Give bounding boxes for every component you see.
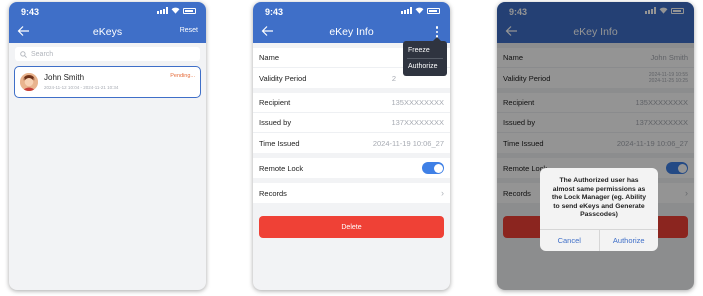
remote-lock-row: Remote Lock — [253, 158, 450, 178]
header: 9:43 eKeys Reset — [9, 2, 206, 43]
signal-icon — [401, 7, 412, 14]
search-placeholder: Search — [31, 50, 54, 58]
authorize-dialog: The Authorized user has almost same perm… — [540, 168, 658, 251]
time-issued-value: 2024-11-19 10:06_27 — [372, 138, 444, 148]
remote-lock-toggle[interactable] — [422, 162, 444, 174]
page-title: eKey Info — [329, 26, 374, 38]
recipient-value: 135XXXXXXXX — [391, 98, 444, 107]
dialog-message: The Authorized user has almost same perm… — [551, 177, 647, 219]
menu-item-authorize[interactable]: Authorize — [403, 59, 447, 74]
wifi-icon — [171, 7, 180, 14]
status-time: 9:43 — [21, 7, 40, 17]
back-arrow-icon[interactable] — [17, 23, 31, 39]
info-group-details: Recipient 135XXXXXXXX Issued by 137XXXXX… — [253, 93, 450, 153]
status-time: 9:43 — [265, 7, 284, 17]
ekey-validity-period: 2024-11-12 10:04 - 2024-11-21 10:34 — [44, 85, 119, 90]
navbar: eKey Info — [253, 21, 450, 43]
info-group-remote: Remote Lock — [253, 158, 450, 178]
back-arrow-icon[interactable] — [261, 23, 275, 39]
battery-icon — [427, 7, 440, 14]
ekey-info-dialog-screen: 9:43 eKey Info Name John Smith Validity … — [497, 2, 694, 290]
wifi-icon — [415, 7, 424, 14]
more-menu: Freeze Authorize — [403, 37, 447, 76]
search-input[interactable]: Search — [15, 47, 200, 61]
issued-by-label: Issued by — [259, 118, 292, 127]
records-label: Records — [259, 188, 287, 198]
ekey-info-screen: 9:43 eKey Info Name Validity Period 2 Re… — [253, 2, 450, 290]
avatar — [20, 73, 38, 91]
page-title: eKeys — [92, 26, 123, 38]
name-label: Name — [259, 53, 280, 62]
time-issued-label: Time Issued — [259, 138, 300, 148]
records-row[interactable]: Records › — [253, 183, 450, 203]
signal-icon — [157, 7, 168, 14]
status-badge: Pending... — [170, 73, 195, 79]
status-bar: 9:43 — [253, 2, 450, 21]
validity-value: 2 — [391, 73, 396, 83]
remote-lock-label: Remote Lock — [259, 163, 304, 173]
ekeys-screen: 9:43 eKeys Reset Search John Smith 2024-… — [9, 2, 206, 290]
battery-icon — [183, 7, 196, 14]
recipient-row: Recipient 135XXXXXXXX — [253, 93, 450, 113]
header: 9:43 eKey Info — [253, 2, 450, 43]
menu-item-freeze[interactable]: Freeze — [403, 43, 447, 58]
navbar: eKeys Reset — [9, 21, 206, 43]
ekey-recipient-name: John Smith — [44, 73, 85, 82]
status-icons — [157, 7, 196, 14]
cancel-button[interactable]: Cancel — [540, 230, 600, 251]
info-group-records: Records › — [253, 183, 450, 203]
authorize-button[interactable]: Authorize — [600, 230, 659, 251]
issued-by-row: Issued by 137XXXXXXXX — [253, 113, 450, 133]
recipient-label: Recipient — [259, 98, 291, 107]
issued-by-value: 137XXXXXXXX — [391, 118, 444, 127]
search-icon — [20, 50, 27, 58]
dialog-buttons: Cancel Authorize — [540, 229, 658, 251]
chevron-right-icon: › — [441, 188, 444, 198]
status-icons — [401, 7, 440, 14]
ekey-list-item[interactable]: John Smith 2024-11-12 10:04 - 2024-11-21… — [14, 66, 201, 98]
status-bar: 9:43 — [9, 2, 206, 21]
time-issued-row: Time Issued 2024-11-19 10:06_27 — [253, 133, 450, 153]
validity-label: Validity Period — [259, 73, 307, 83]
reset-button[interactable]: Reset — [180, 27, 198, 34]
delete-button[interactable]: Delete — [259, 216, 444, 238]
